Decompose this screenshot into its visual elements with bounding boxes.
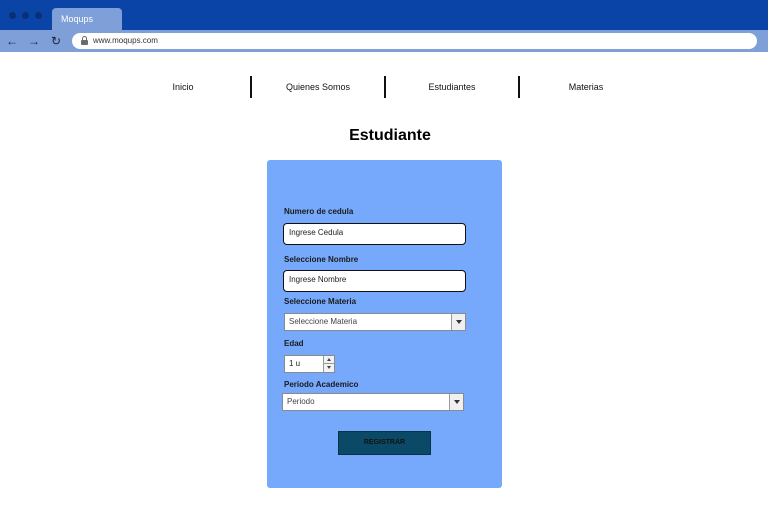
- browser-address-bar: ← → ↻ www.moqups.com: [0, 30, 768, 52]
- back-arrow-icon[interactable]: ←: [5, 34, 19, 48]
- window-maximize-dot[interactable]: [35, 12, 42, 19]
- edad-stepper[interactable]: 1 u: [284, 355, 335, 373]
- url-text: www.moqups.com: [93, 36, 158, 45]
- nav-separator: [384, 76, 386, 98]
- decrement-icon[interactable]: [323, 364, 334, 372]
- periodo-select[interactable]: Periodo: [282, 393, 464, 411]
- registrar-button[interactable]: REGISTRAR: [338, 431, 431, 455]
- cedula-input[interactable]: Ingrese Cedula: [283, 223, 466, 245]
- nav-item-estudiantes[interactable]: Estudiantes: [387, 81, 517, 93]
- nombre-label: Seleccione Nombre: [284, 255, 359, 264]
- browser-tab[interactable]: Moqups: [52, 8, 122, 30]
- chevron-down-icon[interactable]: [449, 394, 463, 410]
- chevron-down-icon[interactable]: [451, 314, 465, 330]
- materia-select[interactable]: Seleccione Materia: [284, 313, 466, 331]
- increment-icon[interactable]: [323, 356, 334, 364]
- edad-label: Edad: [284, 339, 304, 348]
- lock-icon: [81, 36, 88, 45]
- browser-titlebar: Moqups: [0, 0, 768, 30]
- periodo-label: Periodo Academico: [284, 380, 359, 389]
- window-close-dot[interactable]: [9, 12, 16, 19]
- nav-separator: [250, 76, 252, 98]
- nav-item-materias[interactable]: Materias: [521, 81, 651, 93]
- nav-item-inicio[interactable]: Inicio: [118, 81, 248, 93]
- url-field[interactable]: www.moqups.com: [72, 33, 757, 49]
- cedula-label: Numero de cedula: [284, 207, 354, 216]
- periodo-select-value: Periodo: [287, 397, 315, 406]
- window-minimize-dot[interactable]: [22, 12, 29, 19]
- page-title: Estudiante: [349, 127, 431, 144]
- edad-value: 1 u: [289, 359, 301, 368]
- nav-item-quienes-somos[interactable]: Quienes Somos: [253, 81, 383, 93]
- nombre-input[interactable]: Ingrese Nombre: [283, 270, 466, 292]
- forward-arrow-icon[interactable]: →: [27, 34, 41, 48]
- reload-icon[interactable]: ↻: [49, 34, 63, 48]
- materia-select-value: Seleccione Materia: [289, 317, 358, 326]
- materia-label: Seleccione Materia: [284, 297, 357, 306]
- nav-separator: [518, 76, 520, 98]
